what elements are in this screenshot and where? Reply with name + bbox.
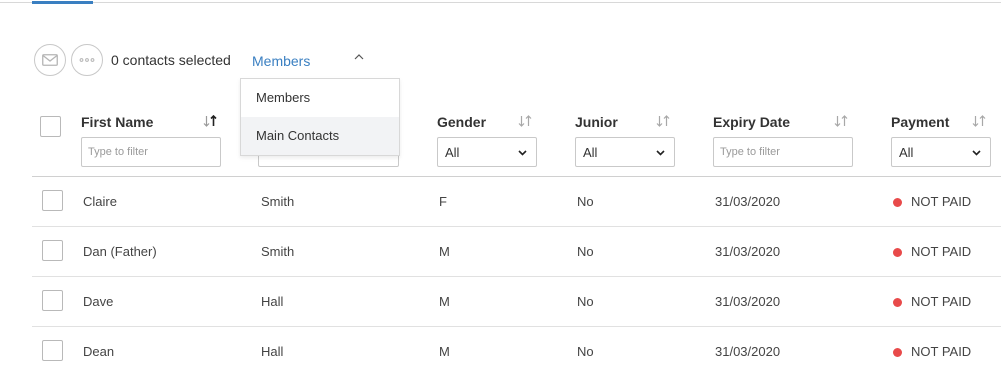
sort-icon[interactable] [203, 115, 217, 127]
junior-cell: No [577, 344, 594, 359]
junior-filter-value: All [583, 145, 598, 160]
gender-cell: M [439, 344, 450, 359]
payment-status-dot [893, 198, 902, 207]
first-name-cell: Claire [83, 194, 117, 209]
sort-icon[interactable] [972, 115, 986, 127]
ellipsis-icon [79, 58, 95, 62]
gender-filter-value: All [445, 145, 460, 160]
first-name-cell: Dean [83, 344, 115, 359]
payment-status-dot [893, 298, 902, 307]
tab-strip-divider [0, 2, 1001, 3]
first-name-cell: Dan (Father) [83, 244, 157, 259]
last-name-cell: Hall [261, 294, 284, 309]
column-header-expiry-date: Expiry Date [713, 114, 791, 130]
table-row[interactable]: Dean Hall M No 31/03/2020 NOT PAID [0, 327, 1001, 375]
payment-filter-value: All [899, 145, 914, 160]
last-name-cell: Smith [261, 194, 295, 209]
sort-icon[interactable] [518, 115, 532, 127]
column-header-payment: Payment [891, 114, 950, 130]
junior-filter-select[interactable]: All [575, 137, 675, 167]
column-header-junior: Junior [575, 114, 618, 130]
column-header-gender: Gender [437, 114, 487, 130]
last-name-cell: Hall [261, 344, 284, 359]
chevron-up-icon [354, 54, 364, 60]
table-row[interactable]: Dave Hall M No 31/03/2020 NOT PAID [0, 277, 1001, 327]
table-header: First Name Gender All Junior All Expiry … [0, 103, 1001, 177]
sort-icon[interactable] [656, 115, 670, 127]
active-tab-indicator [32, 1, 93, 4]
junior-cell: No [577, 244, 594, 259]
first-name-filter-input[interactable] [81, 137, 221, 167]
sort-icon[interactable] [834, 115, 848, 127]
payment-cell: NOT PAID [911, 344, 972, 359]
contact-type-dropdown: Members Main Contacts [240, 78, 400, 156]
expiry-date-cell: 31/03/2020 [715, 294, 781, 309]
select-all-checkbox[interactable] [40, 116, 61, 137]
gender-filter-select[interactable]: All [437, 137, 537, 167]
envelope-icon [42, 54, 58, 66]
selection-toolbar: 0 contacts selected [34, 44, 231, 76]
payment-cell: NOT PAID [911, 244, 972, 259]
contact-type-value: Members [252, 53, 311, 69]
more-actions-button[interactable] [71, 44, 103, 76]
row-checkbox[interactable] [42, 240, 63, 261]
selected-count-text: 0 contacts selected [111, 52, 231, 68]
payment-status-dot [893, 348, 902, 357]
row-checkbox[interactable] [42, 290, 63, 311]
junior-cell: No [577, 194, 594, 209]
payment-status-dot [893, 248, 902, 257]
payment-cell: NOT PAID [911, 294, 972, 309]
table-row[interactable]: Claire Smith F No 31/03/2020 NOT PAID [0, 177, 1001, 227]
gender-cell: M [439, 244, 450, 259]
payment-cell: NOT PAID [911, 194, 972, 209]
dropdown-option-members[interactable]: Members [241, 79, 399, 117]
row-checkbox[interactable] [42, 340, 63, 361]
expiry-date-cell: 31/03/2020 [715, 194, 781, 209]
table-row[interactable]: Dan (Father) Smith M No 31/03/2020 NOT P… [0, 227, 1001, 277]
first-name-cell: Dave [83, 294, 114, 309]
expiry-date-cell: 31/03/2020 [715, 244, 781, 259]
gender-cell: F [439, 194, 447, 209]
chevron-down-icon [972, 150, 981, 156]
chevron-down-icon [518, 150, 527, 156]
email-button[interactable] [34, 44, 66, 76]
expiry-date-filter-input[interactable] [713, 137, 853, 167]
row-checkbox[interactable] [42, 190, 63, 211]
chevron-down-icon [656, 150, 665, 156]
contact-type-select[interactable]: Members [252, 52, 364, 70]
gender-cell: M [439, 294, 450, 309]
expiry-date-cell: 31/03/2020 [715, 344, 781, 359]
dropdown-option-main-contacts[interactable]: Main Contacts [241, 117, 399, 155]
junior-cell: No [577, 294, 594, 309]
payment-filter-select[interactable]: All [891, 137, 991, 167]
column-header-first-name: First Name [81, 114, 154, 130]
last-name-cell: Smith [261, 244, 295, 259]
